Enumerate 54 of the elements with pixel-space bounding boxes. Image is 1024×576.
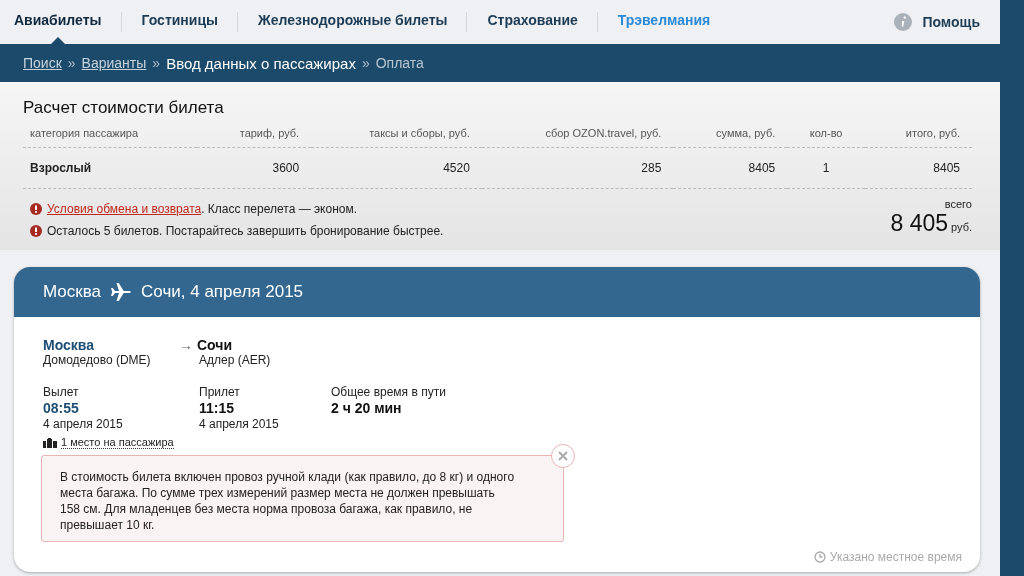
column-header: таксы и сборы, руб. (311, 124, 482, 148)
alert-icon (30, 203, 42, 215)
origin-title: Москва (43, 282, 102, 302)
section-title: Расчет стоимости билета (23, 98, 225, 118)
airplane-icon (111, 283, 132, 301)
note-text: Осталось 5 билетов. Постарайтесь завершить бронирование быстрее. (47, 224, 444, 238)
departure-time: 08:55 (43, 400, 80, 416)
close-icon (558, 451, 568, 461)
table-cell: 4520 (311, 147, 482, 189)
destination-airport: Адлер (AER) (199, 353, 271, 367)
breadcrumb-separator: » (67, 55, 76, 71)
table-cell: Взрослый (23, 147, 197, 189)
breadcrumb-item[interactable]: Поиск (23, 55, 62, 71)
column-header: сбор OZON.travel, руб. (481, 124, 674, 148)
breadcrumb-separator: » (361, 55, 370, 71)
breadcrumb-item: Ввод данных о пассажирах (166, 54, 356, 72)
breadcrumb-separator: » (152, 55, 161, 71)
total-label: всего (944, 198, 972, 210)
clock-icon (813, 551, 826, 563)
help-link[interactable]: Помощь (922, 14, 980, 30)
local-time-note: Указано местное время (829, 550, 962, 564)
duration-value: 2 ч 20 мин (331, 400, 403, 416)
table-cell: 3600 (196, 147, 312, 189)
alert-icon (30, 225, 42, 237)
column-header: итого, руб. (864, 124, 972, 148)
column-header: категория пассажира (23, 124, 197, 148)
arrow-glyph: → (179, 337, 193, 353)
note-text: Условия обмена и возврата. Класс перелета — эконом. (47, 202, 358, 216)
baggage-link[interactable]: 1 место на пассажира (61, 436, 174, 449)
column-header: кол-во (787, 124, 865, 148)
arrival-date: 4 апреля 2015 (199, 417, 279, 431)
table-cell: 285 (481, 147, 674, 189)
breadcrumb-item[interactable]: Варианты (81, 55, 147, 71)
arrival-label: Прилет (199, 385, 241, 399)
destination-title: Сочи, 4 апреля 2015 (141, 282, 304, 302)
table-cell: 8405 (864, 147, 972, 189)
duration-label: Общее время в пути (331, 385, 446, 399)
breadcrumb-item: Оплата (375, 55, 424, 71)
luggage-icon (43, 437, 57, 448)
table-cell: 1 (787, 147, 865, 189)
currency-label: руб. (951, 221, 972, 233)
origin-city: Москва (43, 337, 95, 353)
column-header: сумма, руб. (673, 124, 788, 148)
arrival-time: 11:15 (199, 400, 236, 416)
column-header: тариф, руб. (196, 124, 312, 148)
departure-label: Вылет (43, 385, 80, 399)
tooltip-text: В стоимость билета включен провоз ручной клади (как правило, до 8 кг) и одного места багажа. По сумме трех измерений размер места не должен превышать 158 см. Для младенцев без места норма провоза багажа, как правило, не превышает 10 кг. (60, 469, 516, 533)
info-icon (894, 13, 913, 31)
table-cell: 8405 (673, 147, 788, 189)
close-button[interactable] (551, 444, 575, 468)
departure-date: 4 апреля 2015 (43, 417, 123, 431)
destination-city: Сочи (197, 337, 233, 353)
origin-airport: Домодедово (DME) (43, 353, 151, 367)
total-amount: 8 405 (890, 210, 948, 237)
